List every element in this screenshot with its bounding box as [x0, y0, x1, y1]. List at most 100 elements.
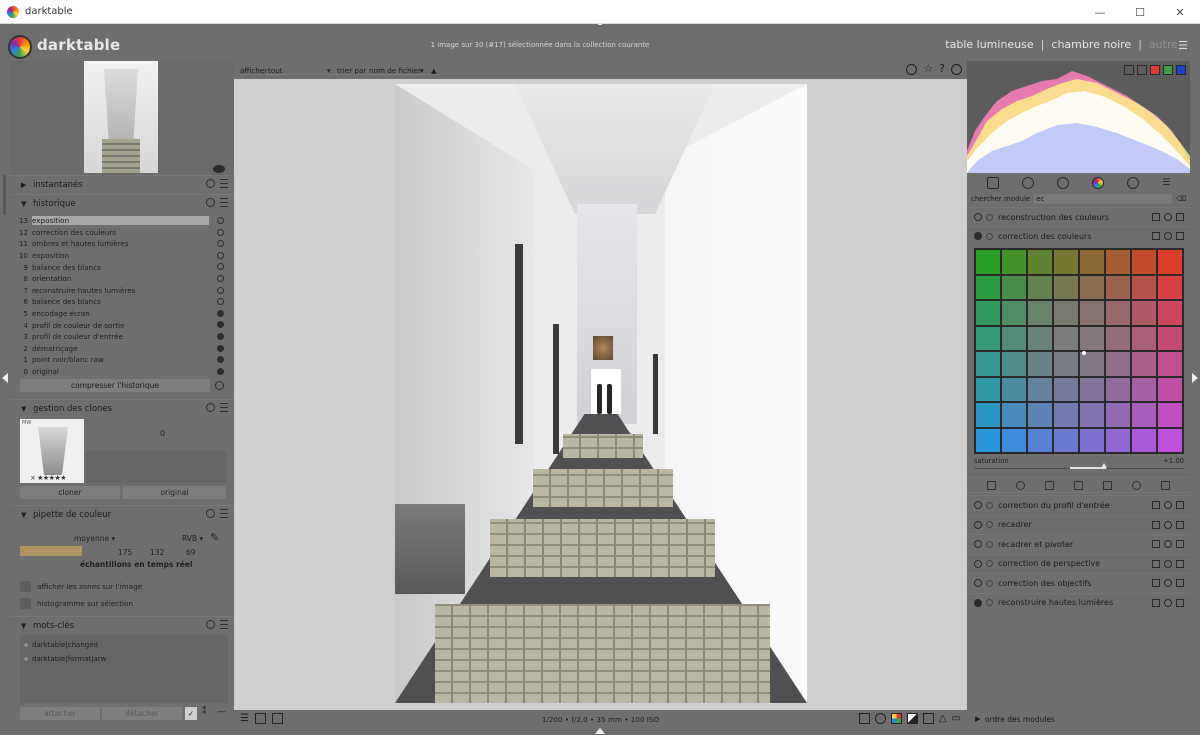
- color-grid-cell[interactable]: [1054, 352, 1078, 376]
- clone-button[interactable]: cloner: [20, 486, 120, 499]
- settings-gear-icon[interactable]: [951, 64, 962, 75]
- color-grid-cell[interactable]: [1106, 250, 1130, 274]
- color-grid-cell[interactable]: [1080, 250, 1104, 274]
- module-color-correction[interactable]: correction des couleurs: [967, 226, 1190, 245]
- module-history[interactable]: ▼ historique: [10, 194, 234, 212]
- collapse-right-arrow-icon[interactable]: [1192, 373, 1198, 383]
- module-color-reconstruction[interactable]: reconstruction des couleurs: [967, 207, 1190, 226]
- color-grid-cell[interactable]: [1028, 377, 1052, 401]
- color-grid-cell[interactable]: [1080, 403, 1104, 427]
- attach-button[interactable]: attacher: [20, 707, 100, 720]
- presets-menu-icon[interactable]: [1176, 232, 1184, 240]
- edited-photo[interactable]: [395, 84, 807, 703]
- color-grid-cells[interactable]: [976, 250, 1182, 452]
- color-grid-cell[interactable]: [1158, 275, 1182, 299]
- color-grid-cell[interactable]: [1054, 326, 1078, 350]
- color-grid-cell[interactable]: [976, 250, 1000, 274]
- blend-drawn-icon[interactable]: [1045, 480, 1054, 490]
- navigator[interactable]: [10, 61, 234, 175]
- red-channel-toggle[interactable]: [1150, 65, 1160, 75]
- eye-icon[interactable]: [213, 165, 225, 173]
- reset-icon[interactable]: [206, 620, 215, 629]
- green-channel-toggle[interactable]: [1163, 65, 1173, 75]
- color-grid-cell[interactable]: [1002, 403, 1026, 427]
- histogram-mode-icon[interactable]: [1124, 65, 1134, 75]
- module-row[interactable]: correction des objectifs: [967, 573, 1190, 592]
- clipping-icon[interactable]: [922, 713, 934, 724]
- blue-channel-toggle[interactable]: [1176, 65, 1186, 75]
- color-grid-cell[interactable]: [1080, 377, 1104, 401]
- color-grid-cell[interactable]: [1002, 301, 1026, 325]
- color-grid-cell[interactable]: [1054, 403, 1078, 427]
- color-grid-cell[interactable]: [1028, 275, 1052, 299]
- color-grid-cell[interactable]: [1132, 428, 1156, 452]
- module-search-input[interactable]: ec: [1034, 194, 1173, 204]
- blend-off-icon[interactable]: [987, 480, 996, 490]
- power-icon[interactable]: [974, 520, 982, 529]
- reset-icon[interactable]: [1164, 501, 1172, 509]
- multi-instance-icon[interactable]: [1152, 501, 1160, 509]
- dropdown-arrow-icon[interactable]: ▾: [327, 66, 331, 75]
- blend-drawn-parametric-icon[interactable]: [1103, 480, 1112, 490]
- history-item[interactable]: 6 balance des blancs: [10, 296, 234, 308]
- history-item[interactable]: 10 exposition: [10, 250, 234, 262]
- color-grid-cell[interactable]: [1158, 403, 1182, 427]
- reset-icon[interactable]: [1164, 232, 1172, 240]
- presets-menu-icon[interactable]: [1176, 598, 1184, 607]
- color-grid-cell[interactable]: [1028, 301, 1052, 325]
- history-item[interactable]: 7 reconstruire hautes lumières: [10, 285, 234, 297]
- help-icon[interactable]: ?: [939, 63, 945, 75]
- star-icon[interactable]: ☆: [923, 63, 933, 75]
- dropdown-arrow-icon[interactable]: ▾: [420, 66, 424, 75]
- color-grid-cell[interactable]: [1080, 275, 1104, 299]
- power-icon[interactable]: [974, 579, 982, 587]
- minimize-button[interactable]: —: [1080, 0, 1120, 24]
- clone-star-rating[interactable]: × ★★★★★: [30, 474, 66, 482]
- power-icon[interactable]: [974, 559, 982, 568]
- color-group-icon[interactable]: [1091, 177, 1104, 189]
- color-grid-cell[interactable]: [1028, 428, 1052, 452]
- color-grid-cell[interactable]: [976, 428, 1000, 452]
- history-item[interactable]: 12 correction des couleurs: [10, 227, 234, 239]
- color-grid-cell[interactable]: [1080, 326, 1104, 350]
- eyedropper-icon[interactable]: ✎: [210, 531, 219, 544]
- color-grid-cell[interactable]: [1132, 377, 1156, 401]
- color-grid-cell[interactable]: [1158, 428, 1182, 452]
- color-grid-cell[interactable]: [1002, 250, 1026, 274]
- collapse-left-arrow-icon[interactable]: [2, 373, 8, 383]
- color-grid-cell[interactable]: [1028, 326, 1052, 350]
- checkbox-box[interactable]: [20, 581, 31, 592]
- power-icon[interactable]: [974, 232, 982, 240]
- quick-access-group-icon[interactable]: [986, 177, 999, 189]
- histogram-scale-icon[interactable]: [1137, 65, 1147, 75]
- color-grid-cell[interactable]: [1054, 301, 1078, 325]
- color-grid-cell[interactable]: [976, 326, 1000, 350]
- raw-overexposed-icon[interactable]: [906, 713, 918, 724]
- active-modules-group-icon[interactable]: [1021, 177, 1034, 189]
- view-darkroom[interactable]: chambre noire: [1051, 38, 1131, 51]
- presets-menu-icon[interactable]: [220, 509, 228, 518]
- color-correction-grid[interactable]: [974, 248, 1184, 454]
- gamut-check-icon[interactable]: △: [939, 713, 947, 724]
- color-grid-cell[interactable]: [1106, 377, 1130, 401]
- module-row[interactable]: recadrer et pivoter: [967, 534, 1190, 553]
- color-grid-cell[interactable]: [1132, 301, 1156, 325]
- color-grid-cell[interactable]: [1132, 275, 1156, 299]
- color-grid-cell[interactable]: [1028, 250, 1052, 274]
- reset-icon[interactable]: [1164, 598, 1172, 607]
- blend-raster-icon[interactable]: [1132, 480, 1141, 490]
- color-grid-cell[interactable]: [976, 275, 1000, 299]
- power-icon[interactable]: [974, 598, 982, 607]
- multi-instance-icon[interactable]: [1152, 579, 1160, 587]
- blend-parametric-icon[interactable]: [1074, 480, 1083, 490]
- toggle-suggestions-icon[interactable]: ⁑: [202, 707, 207, 717]
- reset-icon[interactable]: [206, 198, 215, 207]
- softproof-icon[interactable]: ▭: [952, 713, 961, 724]
- history-item[interactable]: 5 encodage écran: [10, 308, 234, 320]
- history-item[interactable]: 8 orientation: [10, 273, 234, 285]
- history-item[interactable]: 0 original: [10, 366, 234, 378]
- blend-uniform-icon[interactable]: [1016, 480, 1025, 490]
- close-button[interactable]: ✕: [1160, 0, 1200, 24]
- color-grid-cell[interactable]: [1080, 301, 1104, 325]
- checkbox-box[interactable]: [20, 598, 31, 609]
